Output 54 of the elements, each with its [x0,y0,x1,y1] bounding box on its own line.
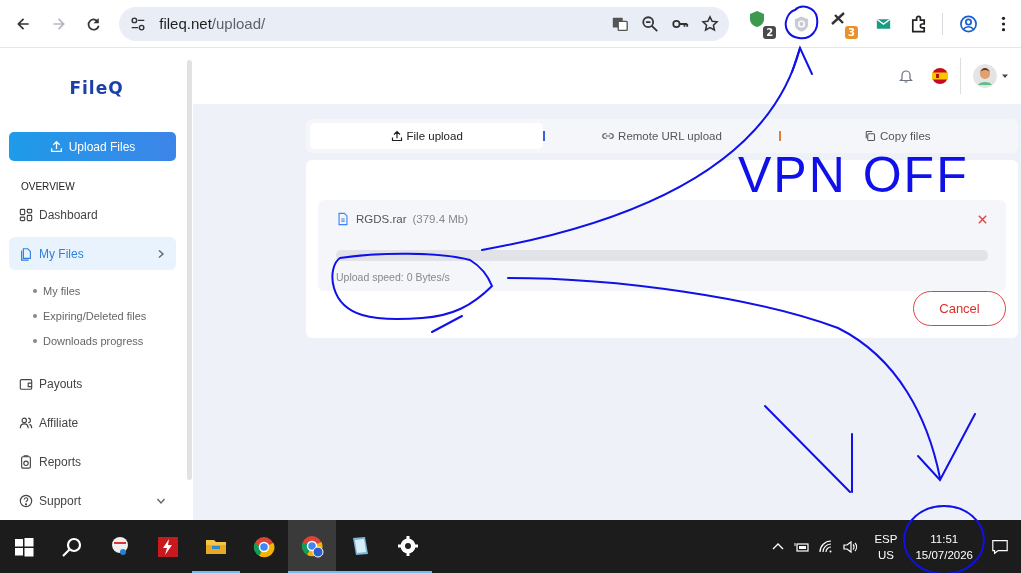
sidebar-item[interactable]: Payouts [9,367,176,400]
zoom-out-icon[interactable] [641,14,660,33]
file-size: (379.4 Mb) [412,213,469,225]
submenu-item[interactable]: Expiring/Deleted files [33,303,147,328]
date: 15/07/2026 [915,547,973,563]
language-code: ESP [874,531,898,547]
submenu-item[interactable]: My files [33,278,81,303]
dashboard-icon [19,207,33,222]
tab[interactable]: File upload [310,123,544,149]
report-icon [19,454,33,469]
url-text: fileq.net/upload/ [159,15,266,32]
upload-speed: Upload speed: 0 Bytes/s [336,271,450,283]
speaker-icon[interactable] [842,538,859,555]
notifications-icon[interactable] [991,537,1009,556]
chevron-right-icon [156,248,166,259]
sidebar-item[interactable]: Reports [9,445,176,478]
input-language[interactable]: ESP US [874,530,898,563]
section-heading: OVERVIEW [21,181,75,192]
file-icon [336,212,350,226]
profile-icon[interactable] [959,13,978,34]
time: 11:51 [930,531,959,547]
site-settings-icon[interactable] [129,14,148,33]
spain-flag-icon[interactable] [932,68,948,84]
upload-icon [49,140,63,153]
caret-icon[interactable] [1001,72,1009,80]
copy-icon [864,130,877,142]
upload-icon [390,130,403,142]
handwritten-note: VPN OFF [738,150,969,200]
help-icon [19,493,33,508]
users-icon [19,415,33,430]
extension-badge: 2 [763,25,777,39]
star-icon[interactable] [701,14,720,33]
link-icon [602,130,615,142]
close-icon[interactable] [977,213,988,225]
keyboard-layout: US [877,547,894,563]
sidebar-item[interactable]: Affiliate [9,406,176,439]
clock[interactable]: 11:51 15/07/2026 [915,530,973,563]
wallet-icon [19,376,33,391]
bell-icon[interactable] [898,68,914,84]
tab[interactable]: Copy files [780,123,1014,149]
address-bar[interactable]: fileq.net/upload/ [119,6,730,41]
extension-badge: 3 [845,25,859,39]
chrome-profile-icon[interactable] [288,520,336,573]
submenu-item[interactable]: Downloads progress [33,328,144,353]
sidebar-item[interactable]: Support [9,484,176,517]
logo[interactable]: FileQ [69,78,124,98]
cancel-button[interactable]: Cancel [913,291,1006,326]
user-avatar[interactable] [973,64,997,88]
sidebar-item[interactable]: My Files [9,237,176,270]
sidebar-item[interactable]: Dashboard [9,198,176,231]
tab[interactable]: Remote URL upload [545,123,779,149]
scrollbar[interactable] [187,60,192,480]
files-icon [19,246,33,261]
file-name: RGDS.rar [356,213,407,225]
